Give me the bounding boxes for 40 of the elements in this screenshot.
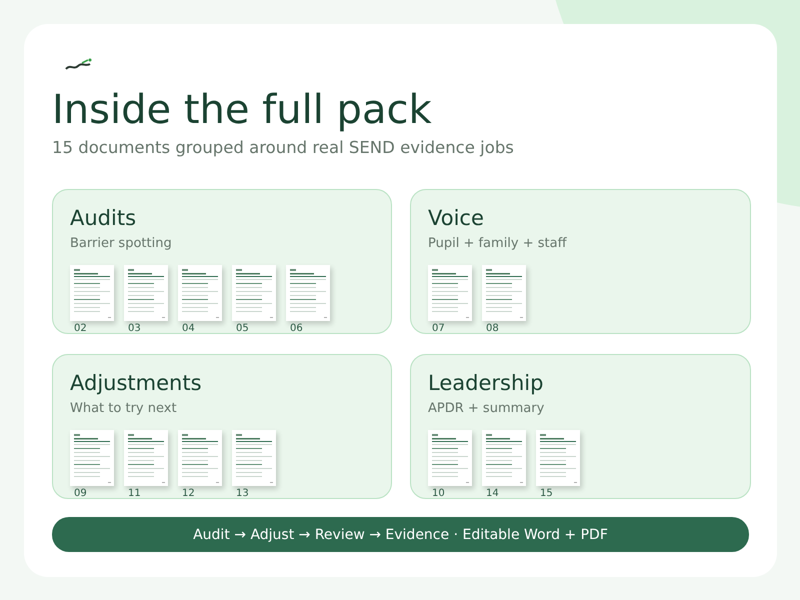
document-number: 07 [432,323,445,334]
document-number: 13 [236,488,249,499]
document-thumbnail [70,265,114,321]
document-number: 11 [128,488,141,499]
footer-banner: Audit → Adjust → Review → Evidence · Editable Word + PDF [52,517,749,552]
document-thumbnail [286,265,330,321]
document-number: 10 [432,488,445,499]
document-thumbnail [178,430,222,486]
document-thumbnail [124,430,168,486]
group-subtitle: Pupil + family + staff [428,236,568,251]
document-number: 04 [182,323,195,334]
group-title: Adjustments [70,371,203,395]
document-thumbnail [482,430,526,486]
document-thumbnail [536,430,580,486]
document-thumbnail [232,265,276,321]
page-subtitle: 15 documents grouped around real SEND evidence jobs [52,138,515,157]
document-thumbnail [178,265,222,321]
document-number: 09 [74,488,87,499]
document-number: 12 [182,488,195,499]
group-title: Voice [428,206,485,230]
group-subtitle: APDR + summary [428,401,546,416]
document-thumbnail [428,430,472,486]
document-number: 15 [540,488,553,499]
document-number: 03 [128,323,141,334]
document-number: 08 [486,323,499,334]
page-title: Inside the full pack [52,88,433,132]
document-thumbnail [70,430,114,486]
group-title: Audits [70,206,138,230]
document-number: 14 [486,488,499,499]
document-thumbnail [482,265,526,321]
document-thumbnail [428,265,472,321]
document-number: 02 [74,323,87,334]
document-thumbnail [124,265,168,321]
logo-icon [64,58,94,72]
document-thumbnail [232,430,276,486]
group-subtitle: What to try next [70,401,178,416]
document-number: 05 [236,323,249,334]
group-title: Leadership [428,371,544,395]
group-subtitle: Barrier spotting [70,236,173,251]
document-number: 06 [290,323,303,334]
